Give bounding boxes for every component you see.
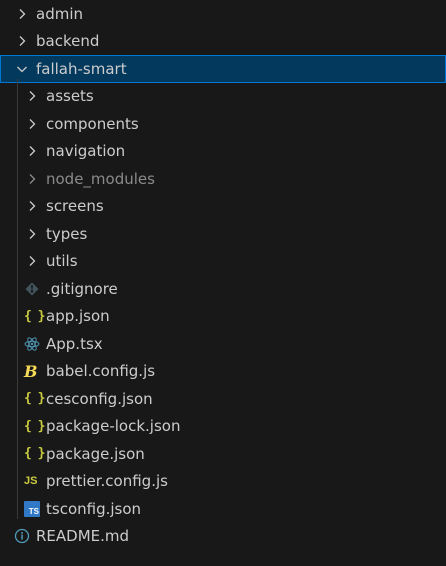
tree-item-node-modules[interactable]: node_modules (0, 165, 446, 193)
json-icon: { } (24, 418, 45, 434)
chevron-down-icon[interactable] (14, 58, 36, 80)
chevron-right-icon[interactable] (24, 168, 46, 190)
tree-item-label: cesconfig.json (46, 389, 153, 408)
chevron-right-icon[interactable] (24, 85, 46, 107)
tree-item-label: admin (36, 4, 83, 23)
tree-item-navigation[interactable]: navigation (0, 138, 446, 166)
tree-item-label: package-lock.json (46, 417, 181, 436)
tree-item-label: fallah-smart (36, 59, 127, 78)
tree-item-components[interactable]: components (0, 110, 446, 138)
chevron-right-icon[interactable] (24, 195, 46, 217)
tree-item-screens[interactable]: screens (0, 193, 446, 221)
tree-item-babel-config[interactable]: B babel.config.js (0, 358, 446, 386)
file-explorer: admin backend fallah-smart assets compon… (0, 0, 446, 566)
typescript-icon-wrapper: TS (24, 498, 46, 520)
info-icon (14, 525, 36, 547)
tree-item-label: tsconfig.json (46, 499, 142, 518)
tree-item-prettier-config[interactable]: JS prettier.config.js (0, 468, 446, 496)
tree-item-label: app.json (46, 307, 110, 326)
tree-item-label: App.tsx (46, 334, 103, 353)
tree-item-types[interactable]: types (0, 220, 446, 248)
tree-item-package-json[interactable]: { } package.json (0, 440, 446, 468)
typescript-icon: TS (24, 500, 40, 517)
tree-item-label: utils (46, 252, 78, 271)
tree-item-label: README.md (36, 527, 130, 546)
chevron-right-icon[interactable] (14, 3, 36, 25)
tree-item-app-tsx[interactable]: App.tsx (0, 330, 446, 358)
tree-item-package-lock-json[interactable]: { } package-lock.json (0, 413, 446, 441)
tree-item-label: node_modules (46, 169, 155, 188)
tree-item-utils[interactable]: utils (0, 248, 446, 276)
chevron-right-icon[interactable] (14, 30, 36, 52)
tree-item-fallah-smart[interactable]: fallah-smart (0, 55, 446, 83)
json-icon: { } (24, 391, 45, 407)
tree-item-backend[interactable]: backend (0, 28, 446, 56)
tree-item-label: package.json (46, 444, 145, 463)
js-icon: JS (24, 475, 38, 488)
tree-item-label: screens (46, 197, 104, 216)
tree-item-label: assets (46, 87, 94, 106)
tree-item-tsconfig-json[interactable]: TS tsconfig.json (0, 495, 446, 523)
tree-item-admin[interactable]: admin (0, 0, 446, 28)
json-icon: { } (24, 446, 45, 462)
react-icon (24, 333, 46, 355)
chevron-right-icon[interactable] (24, 250, 46, 272)
chevron-right-icon[interactable] (24, 140, 46, 162)
tree-item-readme[interactable]: README.md (0, 523, 446, 551)
tree-item-cesconfig-json[interactable]: { } cesconfig.json (0, 385, 446, 413)
git-icon (24, 278, 46, 300)
tree-item-assets[interactable]: assets (0, 83, 446, 111)
tree-item-label: types (46, 224, 88, 243)
tree-item-label: babel.config.js (46, 362, 156, 381)
tree-item-label: prettier.config.js (46, 472, 168, 491)
tree-item-gitignore[interactable]: .gitignore (0, 275, 446, 303)
tree-item-label: backend (36, 32, 100, 51)
tree-item-label: navigation (46, 142, 126, 161)
tree-item-label: .gitignore (46, 279, 118, 298)
chevron-right-icon[interactable] (24, 223, 46, 245)
json-icon: { } (24, 308, 45, 324)
chevron-right-icon[interactable] (24, 113, 46, 135)
tree-item-app-json[interactable]: { } app.json (0, 303, 446, 331)
tree-item-label: components (46, 114, 139, 133)
babel-icon: B (24, 361, 38, 381)
